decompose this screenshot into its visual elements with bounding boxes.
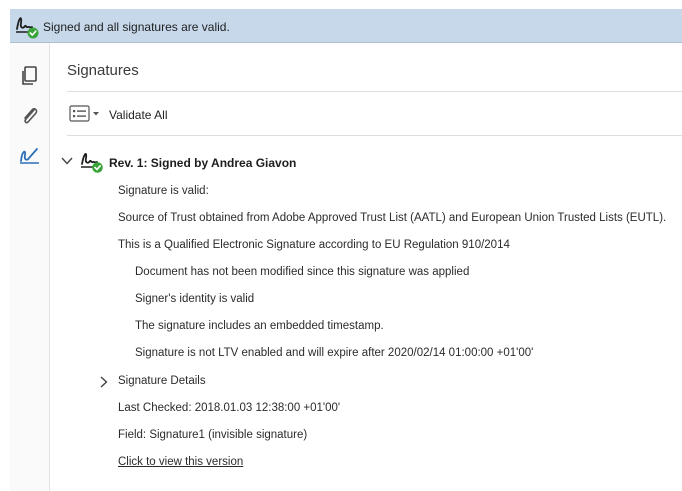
signature-details-toggle[interactable]: Signature Details xyxy=(118,375,206,387)
signature-status-banner: Signed and all signatures are valid. xyxy=(10,9,682,43)
validate-all-button[interactable]: Validate All xyxy=(109,108,167,122)
chevron-right-icon[interactable] xyxy=(99,375,109,389)
not-modified-line: Document has not been modified since thi… xyxy=(135,266,470,278)
divider xyxy=(67,91,682,92)
panel-title: Signatures xyxy=(67,62,139,79)
revision-title[interactable]: Rev. 1: Signed by Andrea Giavon xyxy=(109,156,296,170)
last-checked-line: Last Checked: 2018.01.03 12:38:00 +01'00… xyxy=(118,402,341,414)
timestamp-line: The signature includes an embedded times… xyxy=(135,320,384,332)
banner-text: Signed and all signatures are valid. xyxy=(43,20,230,34)
divider xyxy=(67,135,682,136)
signature-panel-icon[interactable] xyxy=(17,143,43,169)
validity-line: Signature is valid: xyxy=(118,185,209,197)
field-line: Field: Signature1 (invisible signature) xyxy=(118,429,308,441)
view-version-link[interactable]: Click to view this version xyxy=(118,456,243,468)
qualified-signature-line: This is a Qualified Electronic Signature… xyxy=(118,239,510,251)
signatures-panel: Signatures Validate All Rev. 1: Signed b… xyxy=(51,43,682,491)
pages-icon[interactable] xyxy=(17,63,43,89)
attachment-icon[interactable] xyxy=(17,103,43,129)
signature-valid-icon xyxy=(16,17,39,39)
signature-valid-icon xyxy=(81,153,103,173)
ltv-expiry-line: Signature is not LTV enabled and will ex… xyxy=(135,347,534,359)
chevron-down-icon[interactable] xyxy=(60,156,74,166)
identity-valid-line: Signer's identity is valid xyxy=(135,293,255,305)
trust-source-line: Source of Trust obtained from Adobe Appr… xyxy=(118,212,667,224)
left-tool-rail xyxy=(10,43,50,491)
options-menu-button[interactable] xyxy=(69,104,101,124)
